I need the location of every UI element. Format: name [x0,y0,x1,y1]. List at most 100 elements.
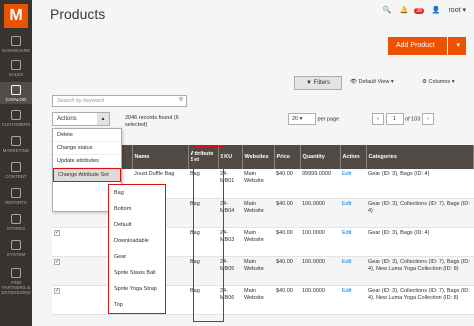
records-found: 2046 records found (6 selected) [125,115,179,129]
user-name: root [448,7,461,14]
col-header-action: Action [340,145,367,169]
default-view-label: Default View [358,79,390,85]
submenu-item-downloadable[interactable]: Downloadable [109,233,165,249]
edit-link[interactable]: Edit [342,171,351,177]
row-checkbox[interactable]: ✓ [54,258,60,265]
nav-customers[interactable]: CUSTOMERS [0,110,32,127]
pagination: ‹ 1 of 103 › [372,113,434,125]
nav-dashboard[interactable]: DASHBOARD [0,36,32,53]
next-page-button[interactable]: › [421,113,434,125]
main-content: Products 🔍 🔔 38 👤 root ▾ Add Product ▾ ▼ F… [32,0,474,326]
filters-label: Filters [313,80,330,86]
chevron-down-icon[interactable]: ▾ [456,37,460,55]
edit-link[interactable]: Edit [342,259,351,265]
chevron-up-icon[interactable]: ▲ [97,113,109,125]
user-menu[interactable]: 👤 root ▾ [432,7,466,14]
col-header-price[interactable]: Price [274,145,301,169]
attribute-set-column-highlight [193,146,224,322]
cell-websites: Main Website [242,285,274,315]
actions-label: Actions [57,116,77,122]
prev-page-button[interactable]: ‹ [372,113,384,125]
cell-price: $40.00 [274,198,300,228]
page-title: Products [50,6,106,22]
add-product-button[interactable]: Add Product ▾ [388,37,466,55]
cell-price: $40.00 [274,227,300,257]
row-checkbox[interactable]: ✓ [54,287,60,294]
col-header-quantity[interactable]: Quantity [300,145,341,169]
per-page-select[interactable]: 20 ▾ [288,113,316,125]
dashboard-icon [11,36,21,46]
cell-categories: Gear (ID: 3), Collections (ID: 7), Bags … [366,285,474,315]
per-page-selector: 20 ▾ per page [288,113,339,125]
submenu-item-sprite-yoga-strap[interactable]: Sprite Yoga Strap [109,281,165,297]
menu-item-delete[interactable]: Delete [53,129,121,142]
menu-item-change-attribute-set[interactable]: Change Attribute Set [53,168,121,182]
menu-item-update-attributes[interactable]: Update attributes [53,155,121,168]
megaphone-icon [11,136,21,146]
edit-link[interactable]: Edit [342,230,351,236]
cell-websites: Main Website [242,256,274,286]
page-input[interactable]: 1 [385,113,404,125]
col-header-categories[interactable]: Categories [366,145,474,169]
per-page-value: 20 [292,116,299,122]
default-view-dropdown[interactable]: 👁 Default View ▾ [350,79,394,85]
attribute-set-submenu: Bag Bottom Default Downloadable Gear Spr… [108,184,166,314]
bar-chart-icon [11,188,21,198]
cell-websites: Main Website [242,198,274,228]
gear-icon: ⚙ [422,79,427,85]
magento-logo[interactable]: M [4,4,28,28]
records-line-1: 2046 records found (6 [125,115,179,121]
cube-icon [11,85,21,95]
cell-quantity: 100.0000 [300,256,340,286]
nav-stores[interactable]: STORES [0,214,32,231]
eye-icon: 👁 [350,79,357,85]
nav-marketing[interactable]: MARKETING [0,136,32,153]
cell-categories: Gear (ID: 3), Bags (ID: 4) [366,227,474,257]
col-header-websites[interactable]: Websites [242,145,275,169]
search-icon[interactable]: ⚲ [179,97,183,103]
cell-quantity: 99999.0000 [300,169,340,199]
cell-categories: Gear (ID: 3), Collections (ID: 7), Bags … [366,256,474,286]
layout-icon [11,162,21,172]
submenu-item-sprite-stasis-ball[interactable]: Sprite Stasis Ball [109,265,165,281]
actions-dropdown[interactable]: Actions ▲ [52,112,110,126]
gear-icon [11,240,21,250]
columns-dropdown[interactable]: ⚙ Columns ▾ [422,79,454,85]
submenu-item-bottom[interactable]: Bottom [109,201,165,217]
columns-label: Columns [428,79,451,85]
nav-system[interactable]: SYSTEM [0,240,32,257]
add-product-label: Add Product [396,42,435,49]
edit-link[interactable]: Edit [342,201,351,207]
bell-icon[interactable]: 🔔 38 [400,7,424,14]
nav-sales[interactable]: SALES [0,60,32,77]
store-icon [11,214,21,224]
person-icon [11,110,21,120]
edit-link[interactable]: Edit [342,288,351,294]
row-checkbox[interactable]: ✓ [54,229,60,236]
cell-websites: Main Website [242,227,274,257]
cell-price: $40.00 [274,169,300,199]
menu-item-change-status[interactable]: Change status [53,142,121,155]
filters-button[interactable]: ▼ Filters [294,76,342,90]
col-header-name[interactable]: Name [132,145,189,169]
cell-quantity: 100.0000 [300,198,340,228]
submenu-item-gear[interactable]: Gear [109,249,165,265]
nav-content[interactable]: CONTENT [0,162,32,179]
cell-quantity: 100.0000 [300,285,340,315]
nav-partners[interactable]: FIND PARTNERS & EXTENSIONS [0,268,32,295]
cell-quantity: 100.0000 [300,227,340,257]
cubes-icon [11,268,21,278]
submenu-item-bag[interactable]: Bag [109,185,165,201]
cell-price: $40.00 [274,256,300,286]
divider [447,37,448,55]
cell-price: $40.00 [274,285,300,315]
cell-categories: Gear (ID: 3), Bags (ID: 4) [366,169,474,199]
nav-catalog[interactable]: CATALOG [0,82,32,104]
cell-websites: Main Website [242,169,274,199]
nav-reports[interactable]: REPORTS [0,188,32,205]
search-icon[interactable]: 🔍 [383,7,392,14]
submenu-item-default[interactable]: Default [109,217,165,233]
submenu-item-top[interactable]: Top [109,297,165,313]
search-input[interactable]: Search by keyword ⚲ [52,95,187,107]
admin-sidebar: M DASHBOARD SALES CATALOG CUSTOMERS MARK… [0,0,32,326]
